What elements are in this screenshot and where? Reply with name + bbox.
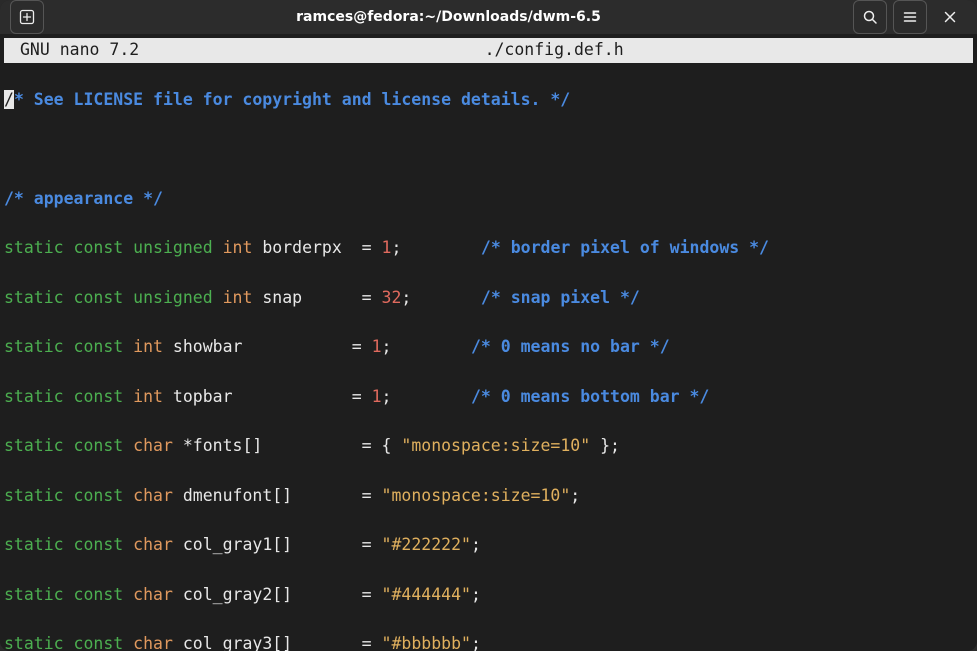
nano-header: GNU nano 7.2 ./config.def.h bbox=[4, 38, 973, 63]
menu-button[interactable] bbox=[893, 0, 927, 34]
editor-area[interactable]: /* See LICENSE file for copyright and li… bbox=[0, 63, 977, 651]
comment: * See LICENSE file for copyright and lic… bbox=[14, 90, 570, 109]
new-tab-button[interactable] bbox=[10, 0, 44, 34]
nano-version: GNU nano 7.2 bbox=[8, 38, 139, 63]
plus-box-icon bbox=[19, 9, 35, 25]
close-button[interactable] bbox=[933, 0, 967, 34]
hamburger-icon bbox=[902, 9, 918, 25]
close-icon bbox=[942, 9, 958, 25]
nano-filename: ./config.def.h bbox=[139, 38, 969, 63]
comment: /* appearance */ bbox=[4, 189, 163, 208]
cursor: / bbox=[4, 90, 14, 109]
terminal-window: ramces@fedora:~/Downloads/dwm-6.5 GNU na… bbox=[0, 0, 977, 651]
search-button[interactable] bbox=[853, 0, 887, 34]
search-icon bbox=[862, 9, 878, 25]
titlebar: ramces@fedora:~/Downloads/dwm-6.5 bbox=[0, 0, 977, 34]
terminal-body[interactable]: GNU nano 7.2 ./config.def.h /* See LICEN… bbox=[0, 34, 977, 651]
window-title: ramces@fedora:~/Downloads/dwm-6.5 bbox=[44, 9, 853, 25]
